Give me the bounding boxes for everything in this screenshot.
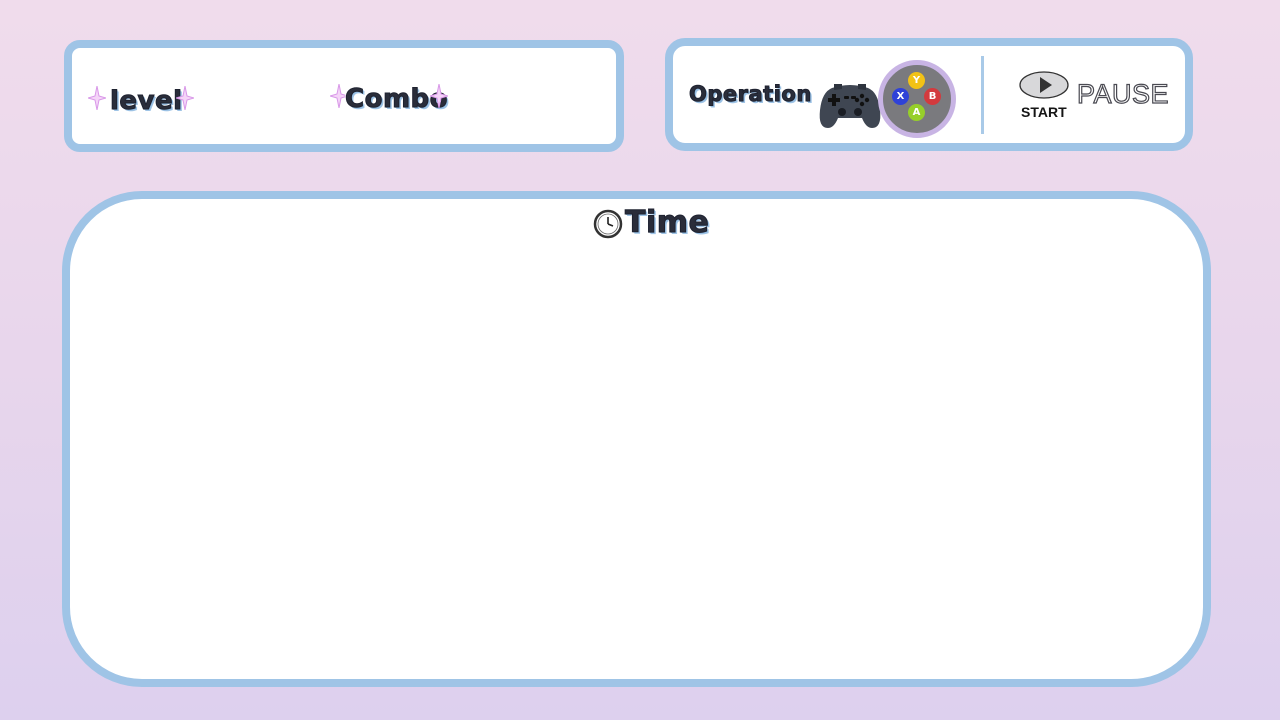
sparkle-icon [430, 84, 448, 108]
a-button[interactable]: A [908, 104, 925, 121]
b-button[interactable]: B [924, 88, 941, 105]
divider [981, 56, 984, 134]
clock-icon [593, 209, 623, 239]
y-button[interactable]: Y [908, 72, 925, 89]
sparkle-icon [176, 86, 194, 110]
gamepad-icon [819, 84, 881, 128]
operation-panel: Operation Y X B A START PAUSE [665, 38, 1193, 151]
game-area[interactable]: Time [62, 191, 1211, 687]
sparkle-icon [88, 86, 106, 110]
start-label: START [1021, 104, 1067, 120]
stats-panel: level Combo [64, 40, 624, 152]
face-buttons-disc: Y X B A [878, 60, 956, 138]
pause-label: PAUSE [1076, 78, 1170, 109]
time-label: Time [624, 205, 710, 241]
operation-label: Operation [689, 82, 812, 107]
level-label: level [110, 86, 183, 117]
play-icon[interactable] [1019, 70, 1069, 100]
x-button[interactable]: X [892, 88, 909, 105]
